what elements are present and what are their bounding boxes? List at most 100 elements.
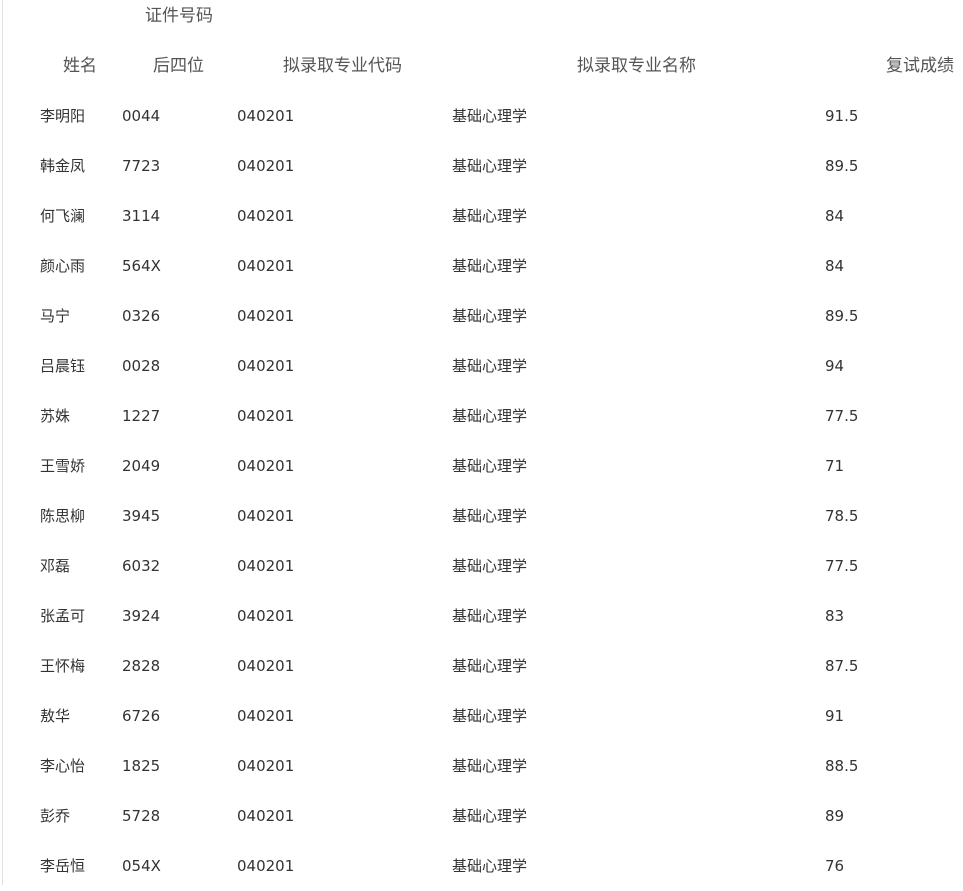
cell-major-code: 040201 [237, 757, 295, 775]
cell-score: 77.5 [825, 407, 859, 425]
header-name: 姓名 [63, 56, 97, 76]
cell-major-code: 040201 [237, 457, 295, 475]
table-row: 何飞澜 3114 040201 基础心理学 84 [0, 191, 963, 241]
cell-major-code: 040201 [237, 857, 295, 875]
cell-major-name: 基础心理学 [452, 657, 528, 675]
cell-major-code: 040201 [237, 157, 295, 175]
cell-id-last4: 3945 [122, 507, 161, 525]
cell-major-name: 基础心理学 [452, 357, 528, 375]
table-row: 颜心雨 564X 040201 基础心理学 84 [0, 241, 963, 291]
cell-name: 颜心雨 [40, 257, 86, 275]
cell-id-last4: 054X [122, 857, 161, 875]
cell-score: 94 [825, 357, 845, 375]
cell-score: 89.5 [825, 307, 859, 325]
cell-name: 李心怡 [40, 757, 86, 775]
header-score: 复试成绩 [886, 56, 954, 76]
cell-score: 91 [825, 707, 845, 725]
cell-score: 84 [825, 207, 845, 225]
header-id-last4: 后四位 [153, 56, 204, 76]
cell-major-name: 基础心理学 [452, 207, 528, 225]
cell-id-last4: 6726 [122, 707, 161, 725]
cell-id-last4: 2049 [122, 457, 161, 475]
cell-major-code: 040201 [237, 257, 295, 275]
cell-major-name: 基础心理学 [452, 757, 528, 775]
table-row: 李明阳 0044 040201 基础心理学 91.5 [0, 91, 963, 141]
table-row: 敖华 6726 040201 基础心理学 91 [0, 691, 963, 741]
cell-name: 张孟可 [40, 607, 86, 625]
cell-score: 84 [825, 257, 845, 275]
table-row: 苏姝 1227 040201 基础心理学 77.5 [0, 391, 963, 441]
cell-score: 71 [825, 457, 845, 475]
cell-score: 88.5 [825, 757, 859, 775]
cell-major-code: 040201 [237, 407, 295, 425]
cell-major-name: 基础心理学 [452, 507, 528, 525]
cell-name: 彭乔 [40, 807, 71, 825]
cell-score: 89.5 [825, 157, 859, 175]
header-major-name: 拟录取专业名称 [577, 56, 696, 76]
cell-name: 王怀梅 [40, 657, 86, 675]
cell-major-code: 040201 [237, 707, 295, 725]
cell-major-name: 基础心理学 [452, 807, 528, 825]
cell-major-name: 基础心理学 [452, 107, 528, 125]
cell-name: 马宁 [40, 307, 71, 325]
cell-id-last4: 1825 [122, 757, 161, 775]
cell-score: 91.5 [825, 107, 859, 125]
cell-major-name: 基础心理学 [452, 457, 528, 475]
cell-name: 李明阳 [40, 107, 86, 125]
cell-major-name: 基础心理学 [452, 407, 528, 425]
header-id-number: 证件号码 [145, 6, 213, 26]
table-row: 邓磊 6032 040201 基础心理学 77.5 [0, 541, 963, 591]
cell-major-code: 040201 [237, 307, 295, 325]
table-row: 韩金凤 7723 040201 基础心理学 89.5 [0, 141, 963, 191]
table-row: 吕晨钰 0028 040201 基础心理学 94 [0, 341, 963, 391]
cell-name: 苏姝 [40, 407, 71, 425]
cell-name: 吕晨钰 [40, 357, 86, 375]
cell-id-last4: 5728 [122, 807, 161, 825]
cell-major-code: 040201 [237, 807, 295, 825]
cell-major-code: 040201 [237, 357, 295, 375]
cell-major-name: 基础心理学 [452, 307, 528, 325]
cell-id-last4: 0028 [122, 357, 161, 375]
table-body: 李明阳 0044 040201 基础心理学 91.5 韩金凤 7723 040201 基础心理学… [0, 91, 963, 891]
cell-id-last4: 564X [122, 257, 161, 275]
cell-name: 王雪娇 [40, 457, 86, 475]
cell-id-last4: 0326 [122, 307, 161, 325]
cell-id-last4: 3114 [122, 207, 161, 225]
cell-score: 77.5 [825, 557, 859, 575]
cell-major-code: 040201 [237, 107, 295, 125]
cell-major-code: 040201 [237, 207, 295, 225]
cell-major-name: 基础心理学 [452, 557, 528, 575]
cell-score: 76 [825, 857, 845, 875]
cell-major-name: 基础心理学 [452, 157, 528, 175]
cell-name: 李岳恒 [40, 857, 86, 875]
header-major-code: 拟录取专业代码 [283, 56, 402, 76]
table-row: 马宁 0326 040201 基础心理学 89.5 [0, 291, 963, 341]
cell-id-last4: 0044 [122, 107, 161, 125]
cell-score: 83 [825, 607, 845, 625]
cell-id-last4: 2828 [122, 657, 161, 675]
cell-name: 敖华 [40, 707, 71, 725]
table-row: 王怀梅 2828 040201 基础心理学 87.5 [0, 641, 963, 691]
table-row: 陈思柳 3945 040201 基础心理学 78.5 [0, 491, 963, 541]
cell-major-code: 040201 [237, 557, 295, 575]
table-row: 王雪娇 2049 040201 基础心理学 71 [0, 441, 963, 491]
cell-major-name: 基础心理学 [452, 707, 528, 725]
cell-name: 邓磊 [40, 557, 71, 575]
cell-major-code: 040201 [237, 607, 295, 625]
table-row: 彭乔 5728 040201 基础心理学 89 [0, 791, 963, 841]
cell-major-name: 基础心理学 [452, 607, 528, 625]
table-row: 李心怡 1825 040201 基础心理学 88.5 [0, 741, 963, 791]
cell-major-name: 基础心理学 [452, 857, 528, 875]
cell-name: 何飞澜 [40, 207, 86, 225]
cell-major-name: 基础心理学 [452, 257, 528, 275]
cell-name: 韩金凤 [40, 157, 86, 175]
cell-id-last4: 3924 [122, 607, 161, 625]
cell-score: 78.5 [825, 507, 859, 525]
cell-major-code: 040201 [237, 657, 295, 675]
cell-id-last4: 6032 [122, 557, 161, 575]
cell-id-last4: 7723 [122, 157, 161, 175]
cell-score: 89 [825, 807, 845, 825]
cell-name: 陈思柳 [40, 507, 86, 525]
table-row: 张孟可 3924 040201 基础心理学 83 [0, 591, 963, 641]
table-header: 证件号码 姓名 后四位 拟录取专业代码 拟录取专业名称 复试成绩 [0, 0, 963, 95]
